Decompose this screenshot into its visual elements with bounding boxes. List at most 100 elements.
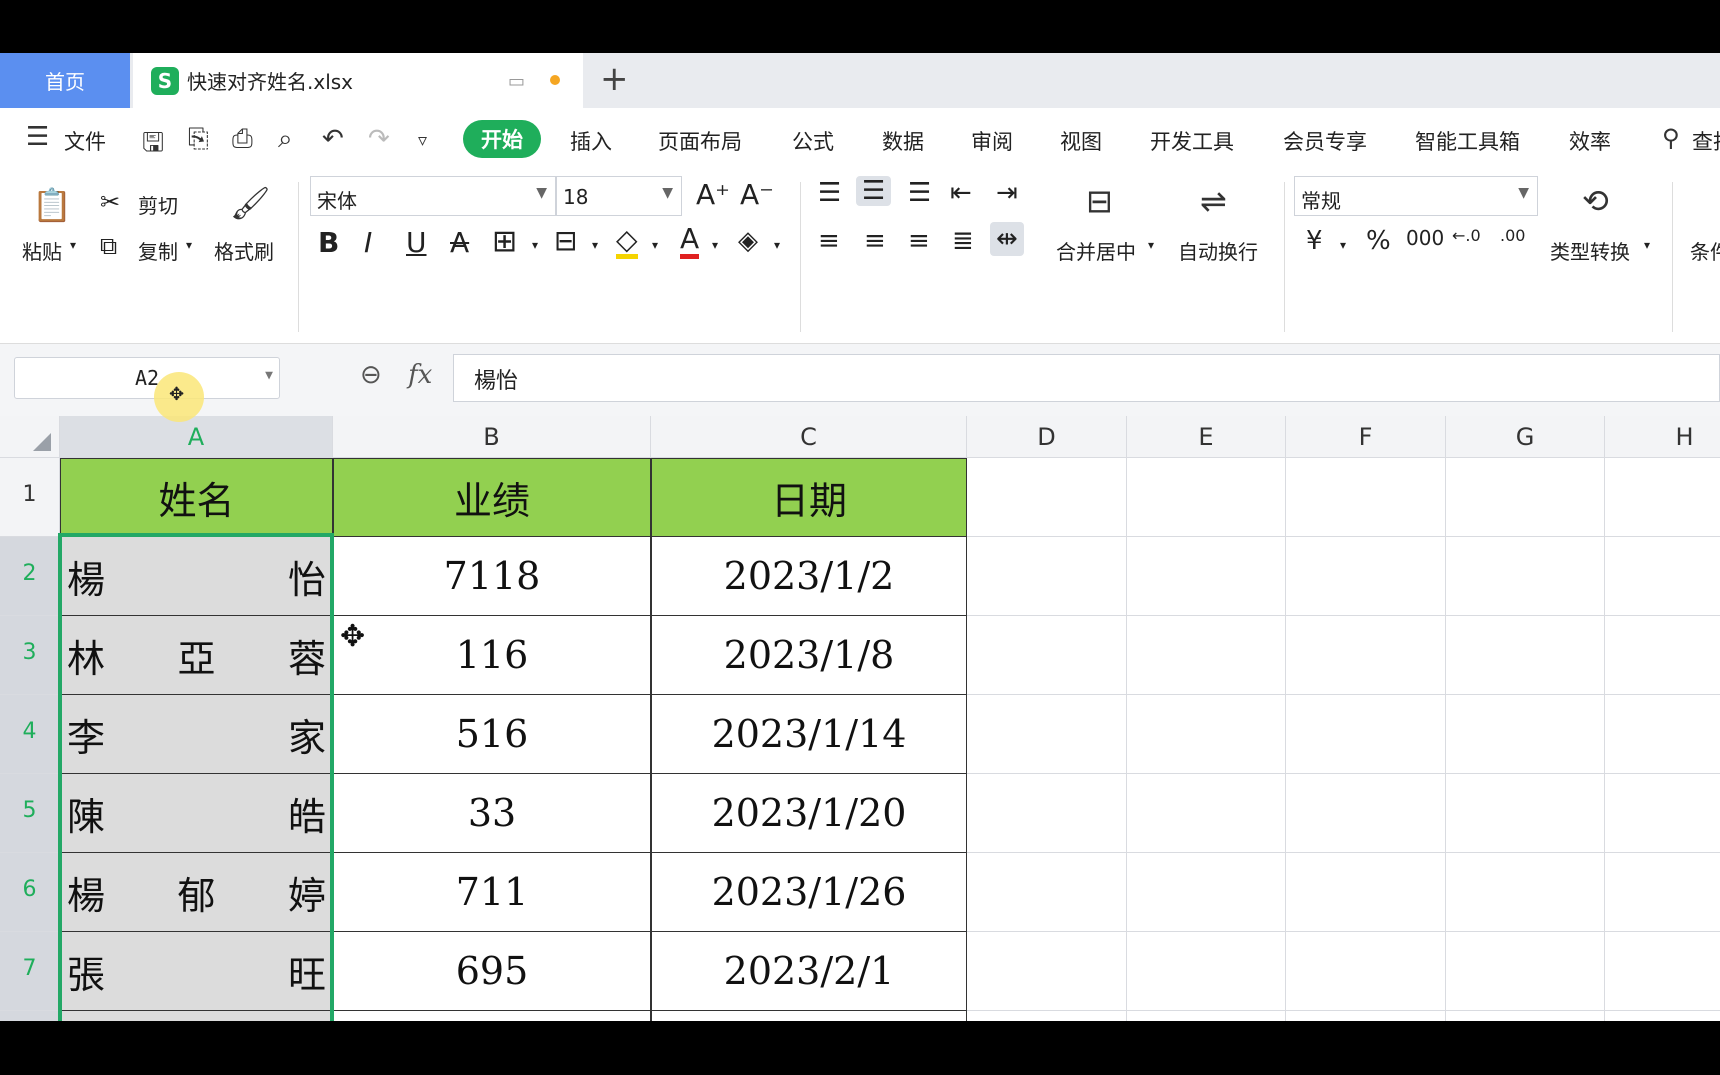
score-cell[interactable]: 7118 — [333, 537, 651, 616]
column-header-d[interactable]: D — [967, 416, 1127, 458]
empty-cell[interactable] — [1446, 853, 1605, 932]
chevron-down-icon[interactable]: ▾ — [1340, 238, 1346, 252]
date-cell[interactable]: 2023/1/8 — [651, 616, 967, 695]
row-header-1[interactable]: 1 — [0, 458, 60, 537]
tab-document[interactable]: S 快速对齐姓名.xlsx ▭ — [133, 53, 583, 108]
align-left-icon[interactable]: ≡ — [818, 226, 840, 256]
new-tab-button[interactable]: + — [600, 59, 629, 99]
decrease-decimal-icon[interactable]: .00 — [1500, 226, 1525, 245]
borders-icon[interactable]: ⊞ — [492, 224, 517, 259]
date-cell[interactable]: 2023/1/14 — [651, 695, 967, 774]
empty-cell[interactable] — [1286, 695, 1446, 774]
empty-cell[interactable] — [1127, 695, 1286, 774]
menu-view[interactable]: 视图 — [1060, 126, 1102, 156]
empty-cell[interactable] — [967, 458, 1127, 537]
empty-cell[interactable] — [1605, 853, 1720, 932]
name-cell[interactable]: 李彥志 — [60, 1011, 333, 1021]
menu-page-layout[interactable]: 页面布局 — [658, 126, 742, 156]
font-color-icon[interactable]: A — [680, 224, 700, 259]
cut-button[interactable]: 剪切 — [138, 190, 178, 219]
empty-cell[interactable] — [1127, 616, 1286, 695]
copy-icon[interactable]: ⧉ — [100, 232, 117, 260]
score-cell[interactable]: 116 — [333, 616, 651, 695]
clear-icon[interactable]: ◈ — [738, 226, 758, 256]
row-header-6[interactable]: 6 — [0, 853, 60, 932]
monitor-icon[interactable]: ▭ — [508, 71, 525, 92]
formula-input[interactable]: 楊怡 — [453, 354, 1720, 402]
column-header-c[interactable]: C — [651, 416, 967, 458]
scissors-icon[interactable]: ✂ — [100, 188, 120, 216]
paste-button[interactable]: 粘贴 — [22, 236, 62, 265]
empty-cell[interactable] — [1127, 1011, 1286, 1021]
empty-cell[interactable] — [1605, 932, 1720, 1011]
score-cell[interactable]: 516 — [333, 695, 651, 774]
empty-cell[interactable] — [1446, 932, 1605, 1011]
empty-cell[interactable] — [967, 1011, 1127, 1021]
currency-icon[interactable]: ¥ — [1306, 226, 1323, 256]
empty-cell[interactable] — [967, 774, 1127, 853]
italic-icon[interactable]: I — [364, 226, 372, 259]
empty-cell[interactable] — [1127, 537, 1286, 616]
empty-cell[interactable] — [1446, 774, 1605, 853]
score-cell[interactable]: 33 — [333, 1011, 651, 1021]
row-header-5[interactable]: 5 — [0, 774, 60, 853]
row-header-2[interactable]: 2 — [0, 537, 60, 616]
column-header-b[interactable]: B — [333, 416, 651, 458]
type-convert-button[interactable]: 类型转换 — [1550, 236, 1630, 265]
empty-cell[interactable] — [1446, 695, 1605, 774]
chevron-down-icon[interactable]: ▾ — [774, 238, 780, 252]
chevron-down-icon[interactable]: ▾ — [592, 238, 598, 252]
empty-cell[interactable] — [1286, 853, 1446, 932]
search-label[interactable]: 查找 — [1692, 126, 1720, 156]
header-cell-date[interactable]: 日期 — [651, 458, 967, 537]
hamburger-menu-icon[interactable]: ☰ — [26, 122, 49, 152]
empty-cell[interactable] — [1605, 695, 1720, 774]
bold-icon[interactable]: B — [318, 226, 339, 259]
row-header-8[interactable]: 8 — [0, 1011, 60, 1021]
name-cell[interactable]: 楊怡 — [60, 537, 333, 616]
header-cell-name[interactable]: 姓名 — [60, 458, 333, 537]
empty-cell[interactable] — [1446, 537, 1605, 616]
outdent-icon[interactable]: ⇤ — [950, 178, 972, 208]
empty-cell[interactable] — [1605, 458, 1720, 537]
empty-cell[interactable] — [1286, 616, 1446, 695]
date-cell[interactable]: 2023/2/7 — [651, 1011, 967, 1021]
empty-cell[interactable] — [1286, 537, 1446, 616]
empty-cell[interactable] — [1286, 1011, 1446, 1021]
name-cell[interactable]: 林亞蓉 — [60, 616, 333, 695]
menu-efficiency[interactable]: 效率 — [1569, 126, 1611, 156]
distributed-align-icon[interactable]: ⇹ — [990, 222, 1024, 256]
header-cell-score[interactable]: 业绩 — [333, 458, 651, 537]
indent-icon[interactable]: ⇥ — [996, 178, 1018, 208]
empty-cell[interactable] — [1127, 853, 1286, 932]
menu-insert[interactable]: 插入 — [570, 126, 612, 156]
name-cell[interactable]: 陳皓 — [60, 774, 333, 853]
search-icon[interactable]: ⚲ — [1662, 124, 1680, 152]
underline-icon[interactable]: U — [406, 226, 427, 259]
empty-cell[interactable] — [1605, 537, 1720, 616]
column-header-h[interactable]: H — [1605, 416, 1720, 458]
wrap-text-button[interactable]: 自动换行 — [1178, 236, 1258, 265]
increase-font-icon[interactable]: A⁺ — [696, 178, 730, 211]
menu-formulas[interactable]: 公式 — [792, 126, 834, 156]
cell-style-icon[interactable]: ⊟ — [554, 224, 577, 257]
menu-smart-toolbox[interactable]: 智能工具箱 — [1415, 126, 1520, 156]
chevron-down-icon[interactable]: ▾ — [532, 238, 538, 252]
increase-decimal-icon[interactable]: ←.0 — [1452, 226, 1481, 245]
chevron-down-icon[interactable]: ▿ — [418, 130, 427, 151]
score-cell[interactable]: 33 — [333, 774, 651, 853]
decrease-font-icon[interactable]: A⁻ — [740, 178, 774, 211]
empty-cell[interactable] — [1127, 458, 1286, 537]
empty-cell[interactable] — [967, 932, 1127, 1011]
row-header-4[interactable]: 4 — [0, 695, 60, 774]
tab-home[interactable]: 首页 — [0, 53, 130, 108]
align-middle-icon[interactable]: ☰ — [856, 176, 892, 206]
format-painter-icon[interactable]: 🖌 — [230, 184, 271, 222]
menu-developer[interactable]: 开发工具 — [1150, 126, 1234, 156]
empty-cell[interactable] — [1605, 616, 1720, 695]
merge-center-button[interactable]: 合并居中 — [1056, 236, 1136, 265]
select-all-corner[interactable] — [0, 416, 60, 458]
name-cell[interactable]: 李家 — [60, 695, 333, 774]
percent-icon[interactable]: % — [1366, 226, 1391, 256]
menu-review[interactable]: 审阅 — [971, 126, 1013, 156]
